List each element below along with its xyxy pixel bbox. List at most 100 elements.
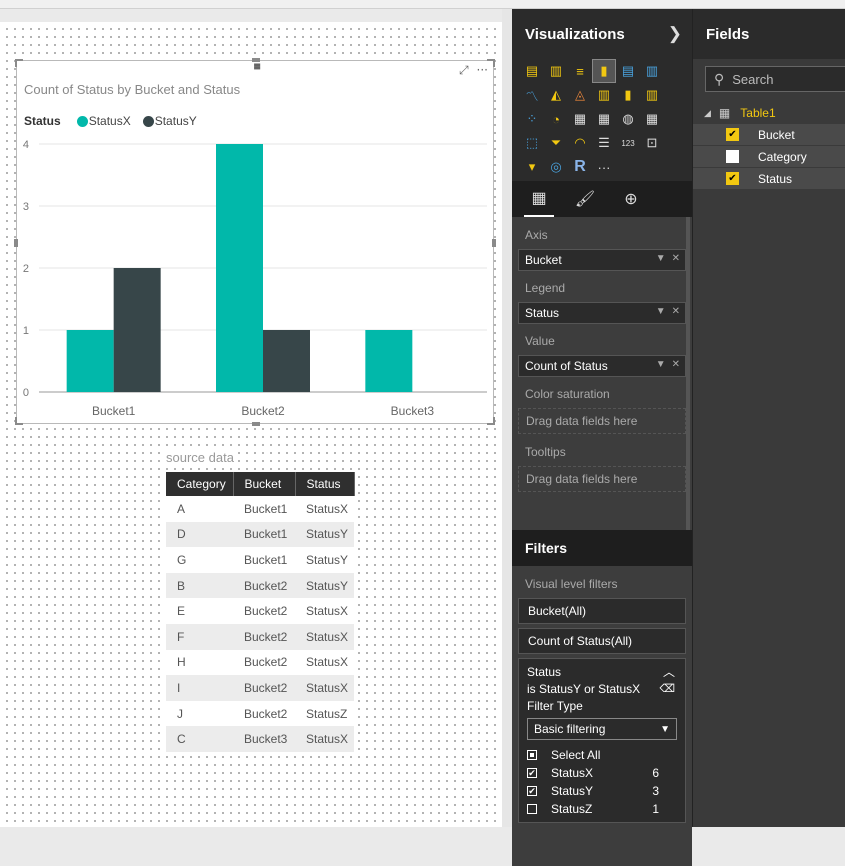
partial-checkbox-icon[interactable] [527,750,537,760]
line-clustered-column-icon[interactable]: ▮ [616,83,640,107]
donut-chart-icon[interactable]: ◎ [544,155,568,179]
field-category[interactable]: Category [693,146,845,168]
select-all-option[interactable]: Select All [527,746,677,764]
table-cell: Bucket2 [233,598,295,624]
filter-option[interactable]: ✔ StatusY 3 [527,782,677,800]
stacked-column-icon[interactable]: ▥ [544,59,568,83]
expand-triangle-icon[interactable]: ◢ [704,108,711,119]
table-icon[interactable]: ▦ [592,107,616,131]
collapse-chevron-icon[interactable]: ❯ [668,24,682,44]
resize-corner-tl[interactable] [15,59,23,67]
checked-checkbox-icon[interactable]: ✔ [726,128,739,141]
resize-handle-top[interactable] [252,58,260,62]
resize-handle-left[interactable] [14,239,18,247]
stacked-area-icon[interactable]: ◬ [568,83,592,107]
table-cell: G [166,547,233,573]
resize-handle-bottom[interactable] [252,422,260,426]
legend-item-statusy[interactable]: StatusY [142,114,197,128]
checked-checkbox-icon[interactable]: ✔ [527,768,537,778]
checked-checkbox-icon[interactable]: ✔ [527,786,537,796]
column-header[interactable]: Status [295,472,355,496]
table-cell: StatusX [295,623,354,650]
dropdown-arrow-icon[interactable]: ▼ [656,253,666,264]
line-column-icon[interactable]: ▥ [592,83,616,107]
resize-corner-bl[interactable] [15,417,23,425]
kpi-icon[interactable]: ⊡ [640,131,664,155]
map-icon[interactable]: ◍ [616,107,640,131]
filled-map-icon[interactable]: ⬚ [520,131,544,155]
analytics-magnifier-icon[interactable]: ⊕ [616,181,646,217]
stacked-bar-icon[interactable]: ▤ [520,59,544,83]
tooltips-label: Tooltips [525,445,566,459]
column-header[interactable]: Category [166,472,234,496]
fields-search-input[interactable]: ⚲ Search [705,66,845,92]
pie-chart-icon[interactable]: ◔ [544,107,568,131]
remove-x-icon[interactable]: ✕ [672,253,680,264]
collapse-caret-icon[interactable]: ︿ [663,663,675,680]
slicer-icon[interactable]: ▾ [520,155,544,179]
matrix-icon[interactable]: ▦ [640,107,664,131]
status-filter-card[interactable]: Status ︿ is StatusY or StatusX ⌫ Filter Ty… [518,658,686,823]
field-status[interactable]: ✔ Status [693,168,845,190]
treemap-icon[interactable]: ▦ [568,107,592,131]
r-visual-icon[interactable]: R [568,155,592,179]
ribbon-chart-icon[interactable]: ▥ [640,83,664,107]
remove-x-icon[interactable]: ✕ [672,306,680,317]
legend-field[interactable]: Status ▼ ✕ [518,302,686,324]
value-field[interactable]: Count of Status ▼ ✕ [518,355,686,377]
filter-option[interactable]: StatusZ 1 [527,800,677,818]
x-tick-label: Bucket1 [92,404,136,418]
scatter-chart-icon[interactable]: ⁘ [520,107,544,131]
visual-level-filters-label: Visual level filters [525,577,618,591]
100-bar-icon[interactable]: ▤ [616,59,640,83]
clustered-bar-icon[interactable]: ≡ [568,59,592,83]
legend-item-statusx[interactable]: StatusX [76,114,131,128]
dropdown-arrow-icon[interactable]: ▼ [656,359,666,370]
unchecked-checkbox-icon[interactable] [726,150,739,163]
gauge-icon[interactable]: ◠ [568,131,592,155]
axis-field[interactable]: Bucket ▼ ✕ [518,249,686,271]
fields-tab-icon[interactable]: ▦ [524,181,554,217]
column-header[interactable]: Bucket [233,472,296,496]
line-chart-icon[interactable]: 〽 [520,83,544,107]
color-saturation-drop-zone[interactable]: Drag data fields here [518,408,686,434]
multi-row-card-icon[interactable]: ☰ [592,131,616,155]
bar-statusy-bucket1 [113,268,161,392]
bar-statusx-bucket3 [365,330,413,392]
100-column-icon[interactable]: ▥ [640,59,664,83]
wells-scrollbar[interactable] [686,217,690,530]
funnel-icon[interactable]: ⏷ [544,131,568,155]
focus-mode-icon[interactable]: ⤢ [459,63,469,78]
checked-checkbox-icon[interactable]: ✔ [726,172,739,185]
format-paint-roller-icon[interactable]: 🖌 [570,181,600,217]
status-filter-desc: is StatusY or StatusX [527,681,641,696]
tooltips-drop-zone[interactable]: Drag data fields here [518,466,686,492]
area-chart-icon[interactable]: ◭ [544,83,568,107]
bar-statusx-bucket2 [216,144,263,392]
source-data-label: source data [166,450,234,465]
field-bucket[interactable]: ✔ Bucket [693,124,845,146]
resize-corner-tr[interactable] [487,59,495,67]
more-visuals-icon[interactable]: ··· [592,155,616,179]
filter-type-dropdown[interactable]: Basic filtering ▼ [527,718,677,740]
clear-filter-eraser-icon[interactable]: ⌫ [659,682,675,695]
resize-handle-right[interactable] [492,239,496,247]
resize-corner-br[interactable] [487,417,495,425]
unchecked-checkbox-icon[interactable] [527,804,537,814]
filter-option[interactable]: ✔ StatusX 6 [527,764,677,782]
count-filter-card[interactable]: Count of Status(All) [518,628,686,654]
dropdown-arrow-icon[interactable]: ▼ [656,306,666,317]
table-cell: E [166,598,233,624]
table-row: F Bucket2 StatusX [166,623,354,650]
column-chart-visual[interactable]: ▬ ▬ ⤢ ··· Count of Status by Bucket and S… [14,58,496,426]
y-tick-label: 3 [23,201,29,213]
drag-grip-icon[interactable]: ▬ ▬ [249,61,265,72]
card-icon[interactable]: 123 [616,131,640,155]
clustered-column-icon[interactable]: ▮ [592,59,616,83]
bucket-filter-card[interactable]: Bucket(All) [518,598,686,624]
table-cell: StatusZ [295,700,354,727]
table-node[interactable]: ◢ ▦ Table1 [693,102,845,124]
remove-x-icon[interactable]: ✕ [672,359,680,370]
table-cell: StatusY [295,572,354,599]
table-cell: Bucket2 [233,675,295,701]
